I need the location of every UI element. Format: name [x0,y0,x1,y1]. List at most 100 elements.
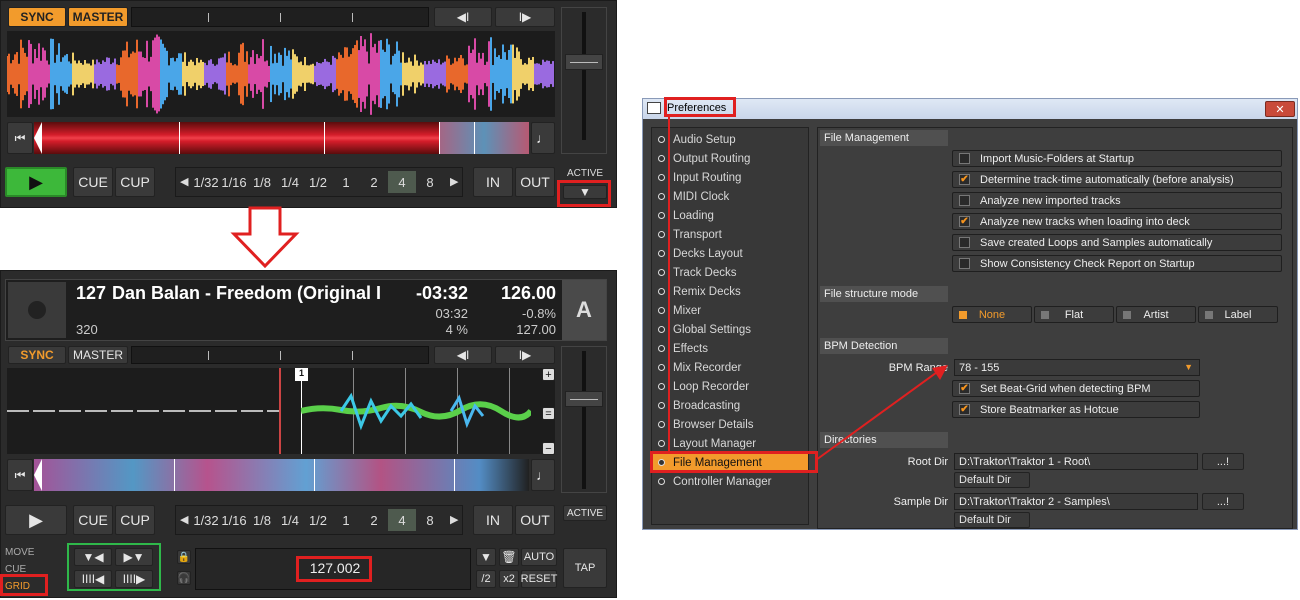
structure-mode-artist[interactable]: Artist [1116,306,1196,323]
delete-marker-button[interactable]: 🗑 [499,548,519,566]
active-button[interactable]: ACTIVE [563,505,607,521]
loop-size-option[interactable]: 1 [332,509,360,531]
loop-in-button[interactable]: IN [473,505,513,535]
loop-size-option[interactable]: 1/32 [192,509,220,531]
nav-item-loading[interactable]: Loading [652,206,808,225]
loop-out-button[interactable]: OUT [515,167,555,197]
root-dir-field[interactable]: D:\Traktor\Traktor 1 - Root\ [954,453,1198,470]
master-button[interactable]: MASTER [68,7,128,27]
nav-item-mixer[interactable]: Mixer [652,301,808,320]
nav-item-browser-details[interactable]: Browser Details [652,415,808,434]
option-checkbox[interactable]: Save created Loops and Samples automatic… [952,234,1282,251]
stripe-waveform[interactable] [34,122,529,154]
loop-size-option[interactable]: 1/4 [276,509,304,531]
loop-size-option[interactable]: 8 [416,509,444,531]
set-marker-button[interactable]: ▼ [476,548,496,566]
loop-size-option[interactable]: 1/8 [248,509,276,531]
option-checkbox[interactable]: Import Music-Folders at Startup [952,150,1282,167]
root-dir-browse-button[interactable]: ...! [1202,453,1244,470]
play-button[interactable]: ▶ [5,505,67,535]
loop-size-option[interactable]: 1/16 [220,171,248,193]
nav-item-decks-layout[interactable]: Decks Layout [652,244,808,263]
loop-size-option[interactable]: 2 [360,509,388,531]
close-button[interactable]: ✕ [1265,101,1295,117]
bpm-range-select[interactable]: 78 - 155 ▼ [954,359,1200,376]
double-bpm-button[interactable]: x2 [499,570,519,588]
option-checkbox[interactable]: ✔ Set Beat-Grid when detecting BPM [952,380,1200,397]
loop-size-option[interactable]: 1/32 [192,171,220,193]
headphones-icon[interactable]: 🎧 [177,571,191,585]
loop-size-option[interactable]: 8 [416,171,444,193]
sync-button[interactable]: SYNC [8,346,66,364]
deck-letter[interactable]: A [562,280,606,340]
nav-item-effects[interactable]: Effects [652,339,808,358]
loop-size-option[interactable]: 2 [360,171,388,193]
nav-item-transport[interactable]: Transport [652,225,808,244]
cup-button[interactable]: CUP [115,167,155,197]
zoom-reset-button[interactable]: = [542,407,555,420]
quantize-note-button[interactable]: ♩ [531,459,555,491]
loop-size-decrease-button[interactable]: ◀ [180,175,188,188]
reset-button[interactable]: RESET [521,570,557,588]
nav-item-input-routing[interactable]: Input Routing [652,168,808,187]
nav-item-loop-recorder[interactable]: Loop Recorder [652,377,808,396]
nav-item-broadcasting[interactable]: Broadcasting [652,396,808,415]
loop-size-option[interactable]: 1/2 [304,509,332,531]
mode-move[interactable]: MOVE [5,547,34,558]
loop-size-decrease-button[interactable]: ◀ [180,513,188,526]
beatmarker-flag[interactable]: 1 [295,368,308,381]
sample-dir-browse-button[interactable]: ...! [1202,493,1244,510]
sample-dir-field[interactable]: D:\Traktor\Traktor 2 - Samples\ [954,493,1198,510]
nav-item-remix-decks[interactable]: Remix Decks [652,282,808,301]
option-checkbox[interactable]: ✔ Determine track-time automatically (bef… [952,171,1282,188]
option-checkbox[interactable]: Analyze new imported tracks [952,192,1282,209]
structure-mode-flat[interactable]: Flat [1034,306,1114,323]
nav-item-track-decks[interactable]: Track Decks [652,263,808,282]
sync-button[interactable]: SYNC [8,7,66,27]
structure-mode-label[interactable]: Label [1198,306,1278,323]
lock-icon[interactable]: 🔒 [177,550,191,564]
structure-mode-none[interactable]: None [952,306,1032,323]
loop-size-option[interactable]: 1/16 [220,509,248,531]
cup-button[interactable]: CUP [115,505,155,535]
jump-to-start-button[interactable]: ⏮ [7,459,33,491]
main-waveform[interactable] [7,31,555,117]
beatjump-back-button[interactable]: ◀I [434,7,492,27]
loop-size-option[interactable]: 4 [388,171,416,193]
quantize-note-button[interactable]: ♩ [531,122,555,154]
tempo-fader-handle[interactable] [565,54,603,70]
zoom-in-button[interactable]: + [542,368,555,381]
stripe-waveform[interactable] [34,459,529,491]
root-default-dir-button[interactable]: Default Dir [954,472,1030,488]
loop-in-button[interactable]: IN [473,167,513,197]
loop-size-option[interactable]: 1/8 [248,171,276,193]
option-checkbox[interactable]: ✔ Analyze new tracks when loading into de… [952,213,1282,230]
tempo-fader-handle[interactable] [565,391,603,407]
nav-item-global-settings[interactable]: Global Settings [652,320,808,339]
jump-to-start-button[interactable]: ⏮ [7,122,33,154]
loop-size-increase-button[interactable]: ▶ [450,513,458,526]
loop-size-option[interactable]: 1/4 [276,171,304,193]
cue-button[interactable]: CUE [73,505,113,535]
cue-button[interactable]: CUE [73,167,113,197]
sample-default-dir-button[interactable]: Default Dir [954,512,1030,528]
loop-size-option[interactable]: 4 [388,509,416,531]
play-button[interactable]: ▶ [5,167,67,197]
half-bpm-button[interactable]: /2 [476,570,496,588]
beatjump-forward-button[interactable]: I▶ [495,7,555,27]
nav-item-mix-recorder[interactable]: Mix Recorder [652,358,808,377]
loop-size-option[interactable]: 1 [332,171,360,193]
main-waveform[interactable]: 1 [7,368,555,454]
loop-size-increase-button[interactable]: ▶ [450,175,458,188]
beatjump-forward-button[interactable]: I▶ [495,346,555,364]
option-checkbox[interactable]: ✔ Store Beatmarker as Hotcue [952,401,1200,418]
nav-item-midi-clock[interactable]: MIDI Clock [652,187,808,206]
auto-button[interactable]: AUTO [521,548,557,566]
nav-item-audio-setup[interactable]: Audio Setup [652,130,808,149]
nav-item-output-routing[interactable]: Output Routing [652,149,808,168]
beatjump-back-button[interactable]: ◀I [434,346,492,364]
tap-button[interactable]: TAP [563,548,607,588]
master-button[interactable]: MASTER [68,346,128,364]
zoom-out-button[interactable]: − [542,442,555,455]
option-checkbox[interactable]: Show Consistency Check Report on Startup [952,255,1282,272]
